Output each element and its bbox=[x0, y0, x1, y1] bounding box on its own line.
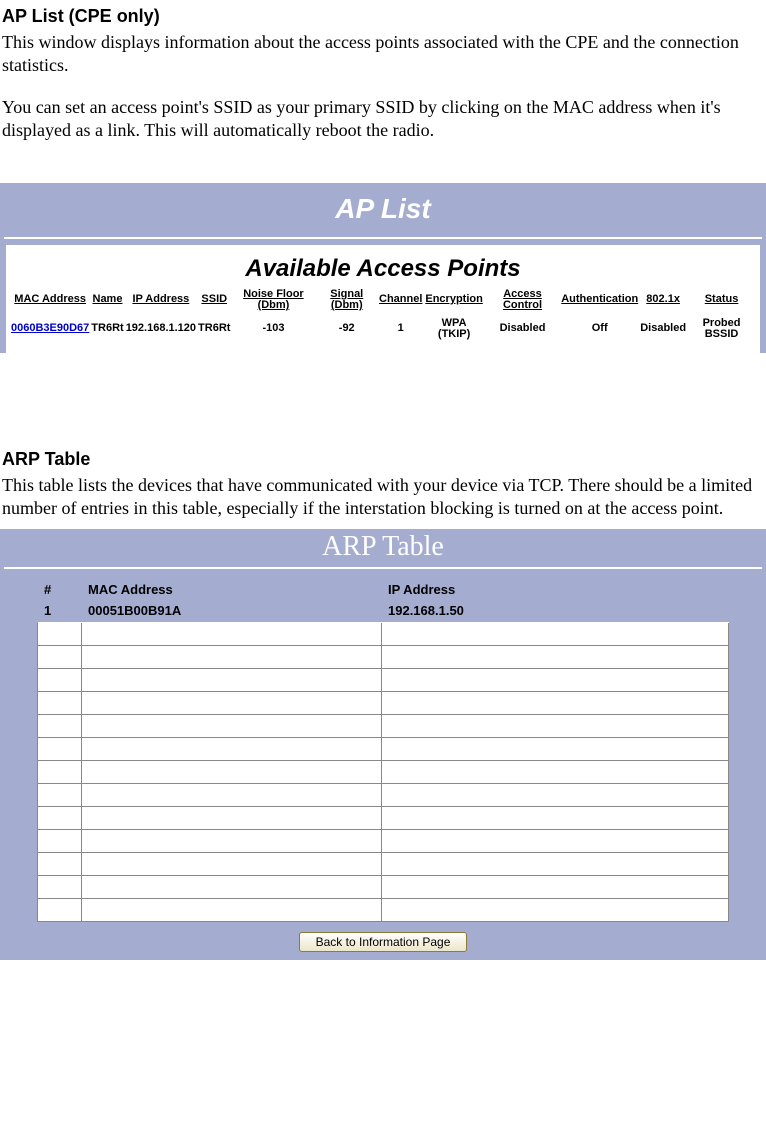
cell-access: Disabled bbox=[485, 314, 560, 345]
ap-table: MAC Address Name IP Address SSID Noise F… bbox=[10, 287, 756, 345]
arp-header-row: # MAC Address IP Address bbox=[38, 579, 729, 599]
cell-status: Probed BSSID bbox=[687, 314, 756, 345]
col-ip: IP Address bbox=[125, 287, 197, 314]
cell-encryption: WPA (TKIP) bbox=[423, 314, 484, 345]
cell-ip: 192.168.1.50 bbox=[382, 599, 729, 622]
arp-row bbox=[38, 898, 729, 921]
cell-ip: 192.168.1.120 bbox=[125, 314, 197, 345]
col-auth: Authentication bbox=[560, 287, 639, 314]
col-mac: MAC Address bbox=[82, 579, 382, 599]
arp-row: 1 00051B00B91A 192.168.1.50 bbox=[38, 599, 729, 622]
ap-list-description-1: This window displays information about t… bbox=[2, 31, 764, 78]
arp-row bbox=[38, 737, 729, 760]
arp-table-heading: ARP Table bbox=[2, 449, 764, 470]
col-dot1x: 802.1x bbox=[639, 287, 687, 314]
arp-panel: ARP Table # MAC Address IP Address 1 000… bbox=[0, 529, 766, 960]
col-signal: Signal (Dbm) bbox=[315, 287, 378, 314]
ap-table-header-row: MAC Address Name IP Address SSID Noise F… bbox=[10, 287, 756, 314]
col-status: Status bbox=[687, 287, 756, 314]
col-channel: Channel bbox=[378, 287, 423, 314]
cell-dot1x: Disabled bbox=[639, 314, 687, 345]
available-ap-title: Available Access Points bbox=[10, 255, 756, 283]
col-noise: Noise Floor (Dbm) bbox=[231, 287, 315, 314]
cell-name: TR6Rt bbox=[90, 314, 124, 345]
arp-row bbox=[38, 691, 729, 714]
cell-auth: Off bbox=[560, 314, 639, 345]
cell-ssid: TR6Rt bbox=[197, 314, 231, 345]
arp-row bbox=[38, 760, 729, 783]
col-ip: IP Address bbox=[382, 579, 729, 599]
ap-list-description-2: You can set an access point's SSID as yo… bbox=[2, 96, 764, 143]
ap-table-row: 0060B3E90D67 TR6Rt 192.168.1.120 TR6Rt -… bbox=[10, 314, 756, 345]
divider bbox=[4, 237, 762, 239]
ap-list-heading: AP List (CPE only) bbox=[2, 6, 764, 27]
divider bbox=[4, 567, 762, 569]
col-access: Access Control bbox=[485, 287, 560, 314]
available-ap-box: Available Access Points MAC Address Name… bbox=[6, 245, 760, 353]
col-encryption: Encryption bbox=[423, 287, 484, 314]
ap-list-panel: AP List Available Access Points MAC Addr… bbox=[0, 183, 766, 353]
arp-row bbox=[38, 783, 729, 806]
arp-row bbox=[38, 714, 729, 737]
arp-row bbox=[38, 668, 729, 691]
arp-row bbox=[38, 645, 729, 668]
cell-mac: 00051B00B91A bbox=[82, 599, 382, 622]
col-num: # bbox=[38, 579, 82, 599]
arp-row bbox=[38, 806, 729, 829]
mac-address-link[interactable]: 0060B3E90D67 bbox=[11, 322, 89, 334]
col-name: Name bbox=[90, 287, 124, 314]
arp-tbody: 1 00051B00B91A 192.168.1.50 bbox=[38, 599, 729, 921]
arp-row bbox=[38, 829, 729, 852]
col-ssid: SSID bbox=[197, 287, 231, 314]
ap-list-banner: AP List bbox=[0, 183, 766, 237]
col-mac: MAC Address bbox=[10, 287, 90, 314]
arp-row bbox=[38, 622, 729, 645]
arp-banner: ARP Table bbox=[0, 529, 766, 567]
cell-channel: 1 bbox=[378, 314, 423, 345]
arp-row bbox=[38, 875, 729, 898]
arp-table: # MAC Address IP Address 1 00051B00B91A … bbox=[37, 579, 729, 922]
back-button[interactable]: Back to Information Page bbox=[299, 932, 468, 952]
cell-num: 1 bbox=[38, 599, 82, 622]
arp-row bbox=[38, 852, 729, 875]
cell-noise: -103 bbox=[231, 314, 315, 345]
arp-table-description: This table lists the devices that have c… bbox=[2, 474, 764, 521]
cell-signal: -92 bbox=[315, 314, 378, 345]
